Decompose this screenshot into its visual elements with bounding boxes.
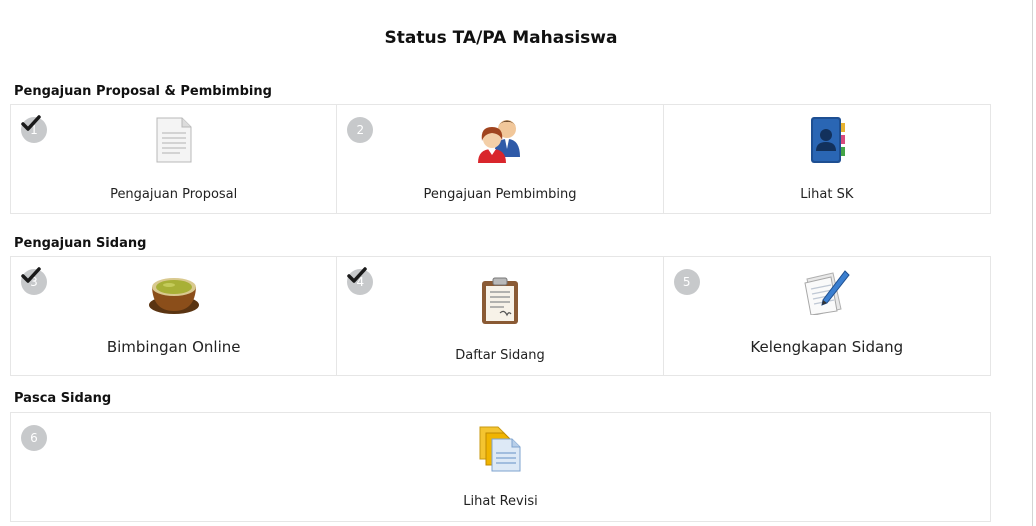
card-label: Lihat Revisi: [463, 494, 538, 509]
card-label: Kelengkapan Sidang: [750, 338, 904, 356]
card-label: Pengajuan Pembimbing: [423, 187, 577, 202]
card-kelengkapan-sidang[interactable]: 5 Kelengkapan Sidang: [664, 257, 990, 375]
card-label: Pengajuan Proposal: [110, 187, 238, 202]
page-title: Status TA/PA Mahasiswa: [384, 28, 618, 48]
writing-paper-icon: [804, 270, 850, 315]
card-label: Lihat SK: [800, 187, 854, 202]
checkmark-icon: [347, 267, 368, 283]
card-label: Bimbingan Online: [106, 338, 241, 356]
checkmark-icon: [21, 115, 41, 131]
section-title-pasca: Pasca Sidang: [14, 391, 112, 406]
scrollbar-edge: [1032, 0, 1033, 526]
section-title-proposal: Pengajuan Proposal & Pembimbing: [14, 84, 272, 99]
step-badge: 5: [673, 269, 700, 295]
clipboard-icon: [481, 277, 518, 324]
card-daftar-sidang[interactable]: 4 Daftar Sidang: [337, 257, 664, 375]
step-badge: 2: [347, 117, 374, 143]
section-proposal-row: 1 Pengajuan Proposal 2 Pengajuan Pembimb…: [10, 104, 991, 214]
card-lihat-sk[interactable]: Lihat SK: [664, 105, 990, 213]
files-icon: [479, 426, 520, 472]
document-icon: [156, 117, 192, 163]
section-sidang-row: 3 Bimbingan Online 4 Daftar Sidang 5 Kel…: [10, 256, 991, 376]
tea-bowl-icon: [148, 278, 199, 314]
card-pengajuan-proposal[interactable]: 1 Pengajuan Proposal: [11, 105, 338, 213]
people-icon: [477, 120, 520, 163]
card-pengajuan-pembimbing[interactable]: 2 Pengajuan Pembimbing: [337, 105, 664, 213]
card-lihat-revisi[interactable]: 6 Lihat Revisi: [11, 413, 990, 521]
card-label: Daftar Sidang: [455, 348, 545, 363]
step-badge: 6: [21, 425, 47, 451]
section-pasca-row: 6 Lihat Revisi: [10, 412, 991, 522]
section-title-sidang: Pengajuan Sidang: [14, 236, 147, 251]
contact-book-icon: [810, 117, 845, 163]
card-bimbingan-online[interactable]: 3 Bimbingan Online: [11, 257, 338, 375]
checkmark-icon: [21, 267, 41, 283]
